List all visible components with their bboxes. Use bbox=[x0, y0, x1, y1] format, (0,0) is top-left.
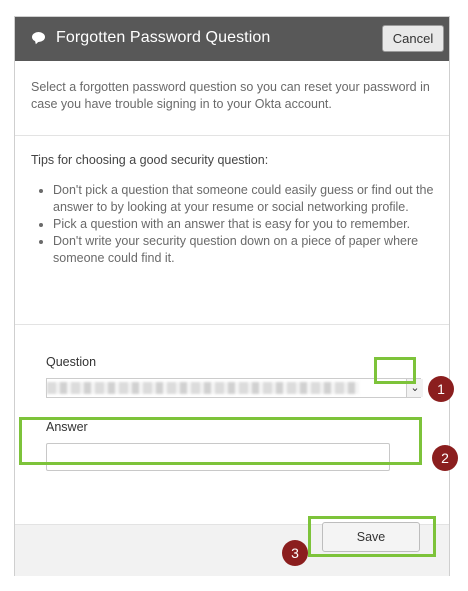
step-badge-1: 1 bbox=[428, 376, 454, 402]
question-label: Question bbox=[46, 355, 97, 369]
tip-item: Don't pick a question that someone could… bbox=[53, 182, 443, 216]
question-select[interactable]: ⌄ bbox=[46, 378, 423, 398]
divider bbox=[15, 135, 449, 136]
tip-item: Don't write your security question down … bbox=[53, 233, 443, 267]
step-badge-3: 3 bbox=[282, 540, 308, 566]
cancel-button[interactable]: Cancel bbox=[382, 25, 444, 52]
tips-title: Tips for choosing a good security questi… bbox=[31, 153, 269, 167]
intro-text: Select a forgotten password question so … bbox=[31, 80, 430, 111]
chat-bubble-icon bbox=[32, 32, 45, 42]
step-badge-2: 2 bbox=[432, 445, 458, 471]
tips-list: Don't pick a question that someone could… bbox=[31, 182, 443, 267]
blurred-question-text bbox=[47, 382, 359, 394]
dialog-title: Forgotten Password Question bbox=[56, 29, 271, 46]
dialog-header: Forgotten Password Question Cancel bbox=[15, 17, 449, 61]
divider bbox=[15, 324, 449, 325]
highlight-box-save bbox=[308, 516, 436, 557]
highlight-box-dropdown bbox=[374, 357, 416, 384]
highlight-box-answer bbox=[19, 417, 422, 465]
forgotten-password-question-dialog: Forgotten Password Question Cancel Selec… bbox=[14, 16, 450, 576]
tip-item: Pick a question with an answer that is e… bbox=[53, 216, 443, 233]
